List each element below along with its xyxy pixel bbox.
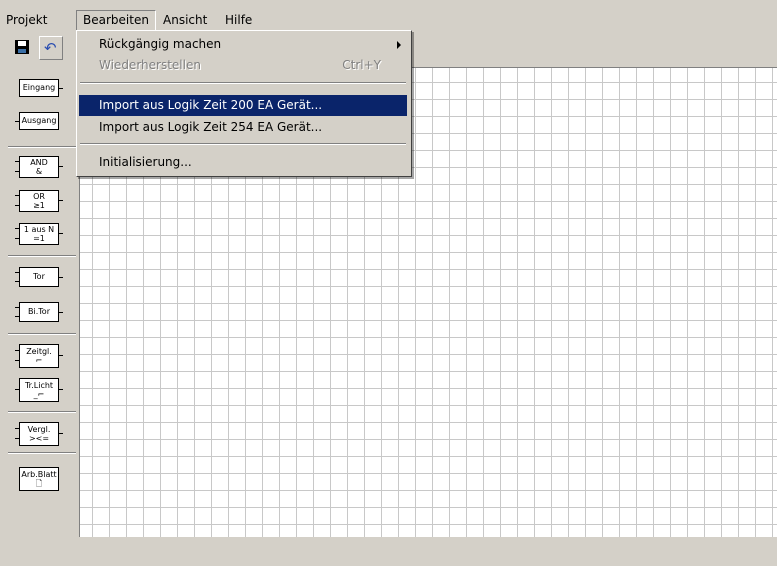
block-label: Tr.Licht (24, 381, 54, 390)
menu-ansicht[interactable]: Ansicht (157, 11, 213, 30)
menu-item-label: Initialisierung... (99, 155, 192, 169)
block-label: Zeitgl. (26, 347, 52, 356)
block-symbol: =1 (33, 234, 45, 243)
block-label: Ausgang (21, 116, 57, 125)
menu-hilfe[interactable]: Hilfe (219, 11, 258, 30)
menu-separator (80, 82, 406, 84)
menu-item-shortcut: Ctrl+Y (342, 58, 381, 72)
palette-separator (8, 146, 76, 148)
menu-item-import-200[interactable]: Import aus Logik Zeit 200 EA Gerät... (79, 95, 407, 116)
palette-or[interactable]: OR ≥1 (15, 190, 63, 212)
block-label: Tor (33, 272, 45, 281)
menu-item-label: Import aus Logik Zeit 200 EA Gerät... (99, 98, 323, 112)
block-symbol: ><= (28, 434, 50, 443)
block-label: Eingang (22, 83, 56, 92)
palette-and[interactable]: AND & (15, 156, 63, 178)
menu-item-label: Wiederherstellen (99, 58, 201, 72)
palette-tor[interactable]: Tor (15, 267, 63, 287)
menu-separator (80, 143, 406, 145)
block-label: AND (30, 158, 48, 167)
menu-item-label: Import aus Logik Zeit 254 EA Gerät... (99, 120, 323, 134)
palette-separator (8, 411, 76, 413)
undo-icon: ↶ (44, 39, 57, 57)
palette-separator (8, 452, 76, 454)
palette-1-aus-n[interactable]: 1 aus N =1 (15, 223, 63, 245)
palette-arb-blatt[interactable]: Arb.Blatt 🗋 (19, 467, 59, 491)
menu-projekt[interactable]: Projekt (0, 11, 53, 30)
palette-separator (8, 255, 76, 257)
block-symbol: ≥1 (33, 201, 45, 210)
block-symbol: ⌐ (35, 356, 43, 365)
palette-eingang[interactable]: Eingang (19, 79, 63, 97)
status-bar (0, 537, 777, 566)
bearbeiten-dropdown: Rückgängig machen Wiederherstellen Ctrl+… (76, 30, 412, 177)
palette-vergl[interactable]: Vergl. ><= (15, 422, 63, 446)
block-symbol: & (35, 167, 43, 176)
block-label: Bi.Tor (28, 307, 50, 316)
submenu-arrow-icon (397, 41, 401, 49)
palette-tr-licht[interactable]: Tr.Licht _⌐ (15, 378, 63, 402)
menu-item-initialisierung[interactable]: Initialisierung... (79, 152, 407, 173)
menu-item-wiederherstellen: Wiederherstellen Ctrl+Y (79, 55, 407, 76)
palette-bi-tor[interactable]: Bi.Tor (15, 302, 63, 322)
undo-button[interactable]: ↶ (39, 36, 63, 60)
palette-separator (8, 333, 76, 335)
block-label: Arb.Blatt (21, 470, 57, 479)
block-symbol: 🗋 (35, 479, 43, 488)
save-icon (15, 40, 29, 54)
menu-item-label: Rückgängig machen (99, 37, 222, 51)
menu-bearbeiten[interactable]: Bearbeiten (76, 10, 156, 31)
palette-zeitgl[interactable]: Zeitgl. ⌐ (15, 344, 63, 368)
save-button[interactable] (11, 36, 35, 60)
block-label: 1 aus N (23, 225, 55, 234)
menubar: Projekt Bearbeiten Ansicht Hilfe (0, 0, 777, 31)
palette-ausgang[interactable]: Ausgang (15, 112, 59, 130)
menu-item-import-254[interactable]: Import aus Logik Zeit 254 EA Gerät... (79, 117, 407, 138)
block-symbol: _⌐ (33, 390, 45, 399)
menu-item-rueckgaengig[interactable]: Rückgängig machen (79, 34, 407, 55)
block-label: Vergl. (27, 425, 51, 434)
block-label: OR (33, 192, 45, 201)
